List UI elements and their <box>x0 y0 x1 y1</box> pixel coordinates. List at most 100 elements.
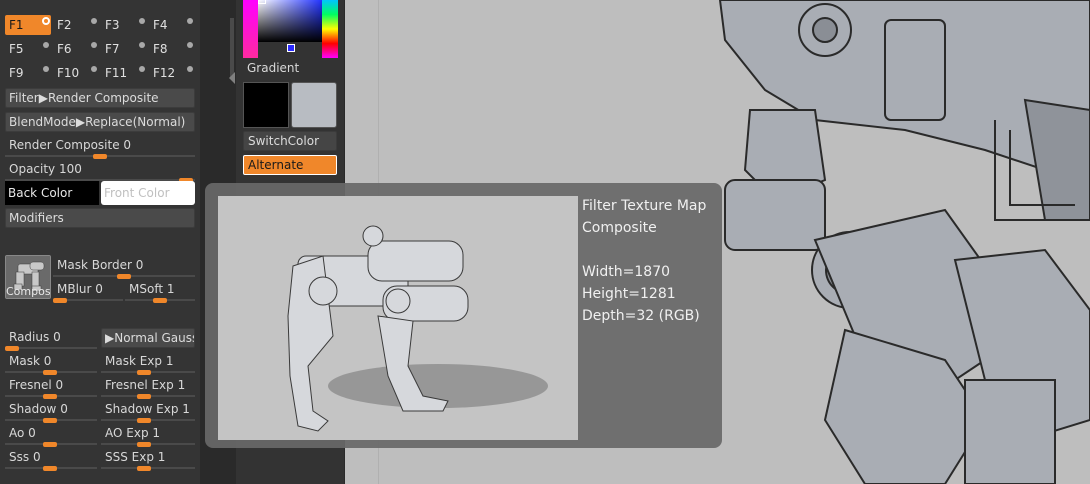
front-color-button[interactable]: Front Color <box>101 181 195 205</box>
normal-gauss-button[interactable]: ▶Normal Gauss <box>101 328 195 348</box>
mask-exp-slider[interactable]: Mask Exp 1 <box>101 353 195 375</box>
radius-slider[interactable]: Radius 0 <box>5 329 97 351</box>
color-picker-edge[interactable] <box>243 0 258 58</box>
composite-thumbnail[interactable]: Compos <box>5 255 51 299</box>
slider-knob[interactable] <box>153 298 167 303</box>
main-color-swatch[interactable] <box>243 82 289 128</box>
shadow-label: Shadow 0 <box>9 402 68 416</box>
f5-label: F5 <box>9 42 24 56</box>
f2-key[interactable]: F2 <box>53 15 99 35</box>
f10-label: F10 <box>57 66 80 80</box>
msoft-slider[interactable]: MSoft 1 <box>125 281 195 303</box>
ao-slider[interactable]: Ao 0 <box>5 425 97 447</box>
mask-exp-label: Mask Exp 1 <box>105 354 174 368</box>
f11-dot-icon <box>139 66 145 72</box>
mask-label: Mask 0 <box>9 354 52 368</box>
f3-label: F3 <box>105 18 120 32</box>
secondary-color-swatch[interactable] <box>291 82 337 128</box>
render-composite-label: Render Composite 0 <box>9 138 132 152</box>
fresnel-exp-slider[interactable]: Fresnel Exp 1 <box>101 377 195 399</box>
blendmode-button[interactable]: BlendMode▶Replace(Normal) <box>5 112 195 132</box>
opacity-slider[interactable]: Opacity 100 <box>5 161 195 183</box>
slider-knob[interactable] <box>137 418 151 423</box>
color-picker-selector-icon[interactable] <box>287 44 295 52</box>
tooltip-subtitle: Composite <box>582 220 657 236</box>
color-picker-cursor-icon[interactable] <box>258 0 266 4</box>
ao-exp-slider[interactable]: AO Exp 1 <box>101 425 195 447</box>
mask-border-slider[interactable]: Mask Border 0 <box>53 257 195 279</box>
slider-knob[interactable] <box>43 394 57 399</box>
sss-slider[interactable]: Sss 0 <box>5 449 97 471</box>
f6-key[interactable]: F6 <box>53 39 99 59</box>
f2-dot-icon <box>91 18 97 24</box>
texture-map-tooltip: Filter Texture Map Composite Width=1870 … <box>205 183 722 448</box>
render-composite-slider[interactable]: Render Composite 0 <box>5 137 195 159</box>
texture-preview <box>218 196 578 440</box>
msoft-label: MSoft 1 <box>129 282 175 296</box>
f4-dot-icon <box>187 18 193 24</box>
f11-key[interactable]: F11 <box>101 63 147 83</box>
slider-knob[interactable] <box>137 394 151 399</box>
modifiers-button[interactable]: Modifiers <box>5 208 195 228</box>
robot-preview-icon <box>218 196 578 440</box>
mask-border-label: Mask Border 0 <box>57 258 144 272</box>
f1-key[interactable]: F1 <box>5 15 51 35</box>
f7-dot-icon <box>139 42 145 48</box>
slider-knob[interactable] <box>137 466 151 471</box>
slider-knob[interactable] <box>117 274 131 279</box>
f10-key[interactable]: F10 <box>53 63 99 83</box>
f5-key[interactable]: F5 <box>5 39 51 59</box>
slider-knob[interactable] <box>43 466 57 471</box>
tooltip-depth: Depth=32 (RGB) <box>582 308 700 324</box>
f7-key[interactable]: F7 <box>101 39 147 59</box>
slider-knob[interactable] <box>137 370 151 375</box>
f7-label: F7 <box>105 42 120 56</box>
left-panel: F1 F2 F3 F4 F5 F6 F7 F8 F9 F10 F11 F12 F… <box>0 0 200 484</box>
f4-key[interactable]: F4 <box>149 15 195 35</box>
sss-label: Sss 0 <box>9 450 41 464</box>
f6-label: F6 <box>57 42 72 56</box>
f6-dot-icon <box>91 42 97 48</box>
filter-button[interactable]: Filter▶Render Composite <box>5 88 195 108</box>
f9-dot-icon <box>43 66 49 72</box>
slider-knob[interactable] <box>137 442 151 447</box>
f11-label: F11 <box>105 66 128 80</box>
gradient-label: Gradient <box>247 61 300 75</box>
f3-key[interactable]: F3 <box>101 15 147 35</box>
mblur-slider[interactable]: MBlur 0 <box>53 281 123 303</box>
slider-knob[interactable] <box>53 298 67 303</box>
radius-label: Radius 0 <box>9 330 61 344</box>
f1-label: F1 <box>9 18 24 32</box>
collapse-arrow-icon[interactable] <box>229 72 235 84</box>
shadow-exp-label: Shadow Exp 1 <box>105 402 190 416</box>
ao-exp-label: AO Exp 1 <box>105 426 161 440</box>
alternate-button[interactable]: Alternate <box>243 155 337 175</box>
f2-label: F2 <box>57 18 72 32</box>
back-color-button[interactable]: Back Color <box>5 181 99 205</box>
f12-label: F12 <box>153 66 176 80</box>
slider-knob[interactable] <box>93 154 107 159</box>
sss-exp-label: SSS Exp 1 <box>105 450 166 464</box>
f8-key[interactable]: F8 <box>149 39 195 59</box>
f4-label: F4 <box>153 18 168 32</box>
fresnel-exp-label: Fresnel Exp 1 <box>105 378 186 392</box>
fresnel-slider[interactable]: Fresnel 0 <box>5 377 97 399</box>
slider-knob[interactable] <box>5 346 19 351</box>
f12-key[interactable]: F12 <box>149 63 195 83</box>
panel-scroll-handle[interactable] <box>230 18 234 78</box>
mask-slider[interactable]: Mask 0 <box>5 353 97 375</box>
slider-knob[interactable] <box>43 370 57 375</box>
tooltip-width: Width=1870 <box>582 264 671 280</box>
f5-dot-icon <box>43 42 49 48</box>
color-picker-square[interactable] <box>258 0 322 42</box>
shadow-exp-slider[interactable]: Shadow Exp 1 <box>101 401 195 423</box>
sss-exp-slider[interactable]: SSS Exp 1 <box>101 449 195 471</box>
slider-knob[interactable] <box>43 442 57 447</box>
ao-label: Ao 0 <box>9 426 36 440</box>
mblur-label: MBlur 0 <box>57 282 103 296</box>
shadow-slider[interactable]: Shadow 0 <box>5 401 97 423</box>
f9-key[interactable]: F9 <box>5 63 51 83</box>
switch-color-button[interactable]: SwitchColor <box>243 131 337 151</box>
slider-knob[interactable] <box>43 418 57 423</box>
hue-bar[interactable] <box>322 0 338 58</box>
